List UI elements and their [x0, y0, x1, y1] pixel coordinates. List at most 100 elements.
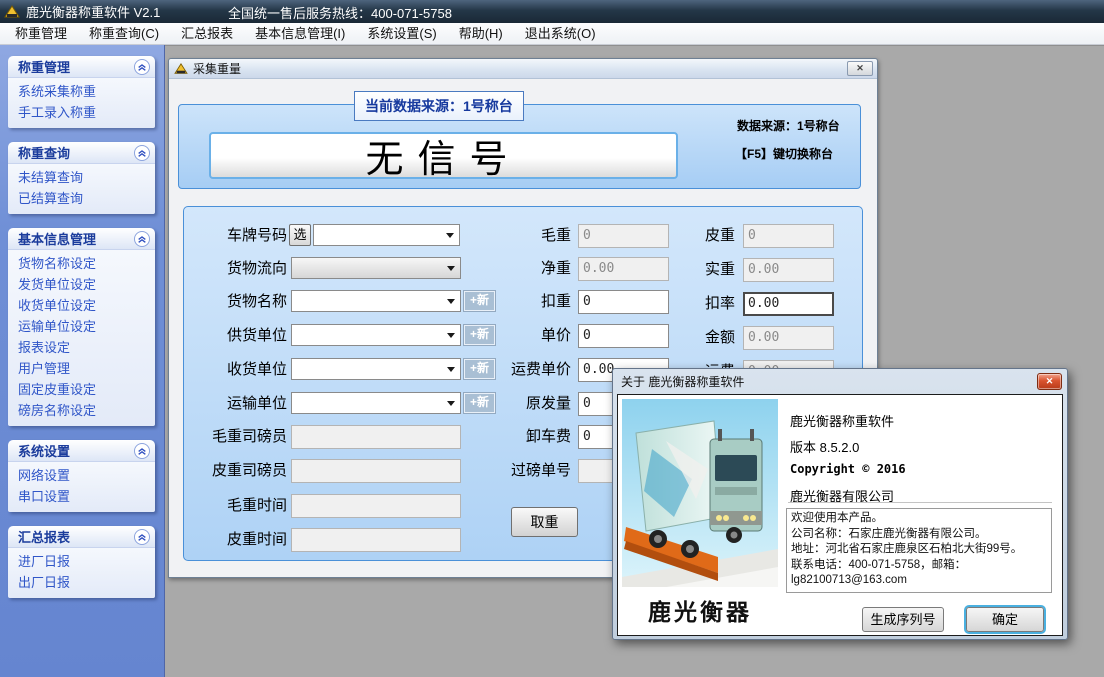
deduct-weight-label: 扣重 — [471, 290, 571, 314]
gross-time-field — [291, 494, 461, 518]
freight-unit-price-label: 运费单价 — [471, 358, 571, 382]
about-dialog-titlebar[interactable]: 关于 鹿光衡器称重软件 ✕ — [613, 369, 1067, 393]
menu-system-settings[interactable]: 系统设置(S) — [356, 23, 447, 44]
about-product-name: 鹿光衡器称重软件 — [790, 411, 894, 430]
chevron-down-icon — [447, 333, 455, 342]
menu-bar: 称重管理 称重查询(C) 汇总报表 基本信息管理(I) 系统设置(S) 帮助(H… — [0, 23, 1104, 45]
dialog-close-icon[interactable]: ✕ — [1037, 373, 1062, 390]
sidebar-panel-summary-reports: 汇总报表 进厂日报 出厂日报 — [8, 526, 155, 598]
app-logo-icon — [4, 5, 20, 19]
chevron-down-icon — [447, 401, 455, 410]
collapse-chevron-icon[interactable] — [134, 145, 150, 161]
transporter-combobox[interactable] — [291, 392, 461, 414]
sidebar-panel-query: 称重查询 未结算查询 已结算查询 — [8, 142, 155, 214]
receiver-label: 收货单位 — [184, 358, 287, 382]
sidebar-items: 系统采集称重 手工录入称重 — [8, 78, 155, 128]
plate-pick-button[interactable]: 选 — [289, 224, 311, 246]
sidebar-item-unsettled-query[interactable]: 未结算查询 — [8, 167, 155, 188]
sidebar-item-settled-query[interactable]: 已结算查询 — [8, 188, 155, 209]
sidebar-panel-weighing: 称重管理 系统采集称重 手工录入称重 — [8, 56, 155, 128]
sidebar-panel-basic-info: 基本信息管理 货物名称设定 发货单位设定 收货单位设定 运输单位设定 报表设定 … — [8, 228, 155, 426]
sidebar-item-scale-house-name-setting[interactable]: 磅房名称设定 — [8, 400, 155, 421]
gross-time-label: 毛重时间 — [184, 494, 287, 518]
transporter-label: 运输单位 — [184, 392, 287, 416]
window-logo-icon — [174, 63, 188, 75]
plate-number-combobox[interactable] — [313, 224, 460, 246]
sidebar-item-report-setting[interactable]: 报表设定 — [8, 337, 155, 358]
chevron-down-icon — [447, 367, 455, 376]
sidebar-item-serial-port-settings[interactable]: 串口设置 — [8, 486, 155, 507]
gross-operator-field — [291, 425, 461, 449]
sidebar-item-outbound-daily-report[interactable]: 出厂日报 — [8, 572, 155, 593]
menu-exit[interactable]: 退出系统(O) — [514, 23, 607, 44]
sidebar: 称重管理 系统采集称重 手工录入称重 称重查询 未结算查询 已结算查询 基本信息… — [0, 45, 165, 677]
sidebar-item-shipper-setting[interactable]: 发货单位设定 — [8, 274, 155, 295]
sidebar-header-label: 称重查询 — [18, 143, 70, 162]
plate-number-label: 车牌号码 — [184, 224, 287, 248]
sidebar-items: 进厂日报 出厂日报 — [8, 548, 155, 598]
collapse-chevron-icon[interactable] — [134, 231, 150, 247]
window-close-icon[interactable]: ✕ — [847, 61, 873, 76]
menu-weighing-management[interactable]: 称重管理 — [4, 23, 78, 44]
sidebar-header-basic-info[interactable]: 基本信息管理 — [8, 228, 155, 250]
menu-summary-reports[interactable]: 汇总报表 — [170, 23, 244, 44]
sidebar-header-label: 称重管理 — [18, 57, 70, 76]
sidebar-item-manual-entry-weighing[interactable]: 手工录入称重 — [8, 102, 155, 123]
cargo-flow-label: 货物流向 — [184, 257, 287, 281]
sidebar-item-transporter-setting[interactable]: 运输单位设定 — [8, 316, 155, 337]
cargo-name-combobox[interactable] — [291, 290, 461, 312]
sidebar-item-receiver-setting[interactable]: 收货单位设定 — [8, 295, 155, 316]
menu-basic-info-management[interactable]: 基本信息管理(I) — [244, 23, 356, 44]
menu-help[interactable]: 帮助(H) — [448, 23, 514, 44]
gross-weight-label: 毛重 — [471, 224, 571, 248]
about-version: 版本 8.5.2.0 — [790, 437, 859, 456]
sidebar-item-network-settings[interactable]: 网络设置 — [8, 465, 155, 486]
cargo-flow-combobox[interactable] — [291, 257, 461, 279]
gross-operator-label: 毛重司磅员 — [184, 425, 287, 449]
about-dialog-title: 关于 鹿光衡器称重软件 — [621, 373, 744, 390]
sidebar-item-cargo-name-setting[interactable]: 货物名称设定 — [8, 253, 155, 274]
sidebar-item-inbound-daily-report[interactable]: 进厂日报 — [8, 551, 155, 572]
sidebar-header-query[interactable]: 称重查询 — [8, 142, 155, 164]
tare-weight-label: 皮重 — [646, 224, 735, 248]
supplier-label: 供货单位 — [184, 324, 287, 348]
amount-field: 0.00 — [743, 326, 834, 350]
sidebar-items: 网络设置 串口设置 — [8, 462, 155, 512]
sidebar-panel-system-settings: 系统设置 网络设置 串口设置 — [8, 440, 155, 512]
weigh-ticket-no-label: 过磅单号 — [471, 459, 571, 483]
sidebar-header-weighing[interactable]: 称重管理 — [8, 56, 155, 78]
capture-window-titlebar[interactable]: 采集重量 ✕ — [169, 59, 877, 79]
hotline-text: 全国统一售后服务热线：400-071-5758 — [228, 3, 452, 22]
sidebar-item-fixed-tare-setting[interactable]: 固定皮重设定 — [8, 379, 155, 400]
menu-weighing-query[interactable]: 称重查询(C) — [78, 23, 170, 44]
supplier-combobox[interactable] — [291, 324, 461, 346]
deduct-rate-field[interactable]: 0.00 — [743, 292, 834, 316]
deduct-rate-label: 扣率 — [646, 292, 735, 316]
unit-price-label: 单价 — [471, 324, 571, 348]
sidebar-item-user-management[interactable]: 用户管理 — [8, 358, 155, 379]
collapse-chevron-icon[interactable] — [134, 529, 150, 545]
receiver-combobox[interactable] — [291, 358, 461, 380]
tare-time-label: 皮重时间 — [184, 528, 287, 552]
source-label: 数据来源：1号称台 — [737, 117, 840, 134]
original-qty-label: 原发量 — [471, 392, 571, 416]
sidebar-header-summary-reports[interactable]: 汇总报表 — [8, 526, 155, 548]
app-title: 鹿光衡器称重软件 V2.1 — [26, 2, 160, 21]
sidebar-header-system-settings[interactable]: 系统设置 — [8, 440, 155, 462]
about-dialog-client: 鹿光衡器 鹿光衡器称重软件 版本 8.5.2.0 Copyright © 201… — [617, 394, 1063, 636]
generate-serial-button[interactable]: 生成序列号 — [862, 607, 944, 632]
collapse-chevron-icon[interactable] — [134, 59, 150, 75]
sidebar-header-label: 基本信息管理 — [18, 229, 96, 248]
net-weight-label: 净重 — [471, 257, 571, 281]
ok-button[interactable]: 确定 — [966, 607, 1044, 632]
no-signal-display: 无信号 — [209, 132, 678, 179]
chevron-down-icon — [447, 299, 455, 308]
app-titlebar: 鹿光衡器称重软件 V2.1 全国统一售后服务热线：400-071-5758 — [0, 0, 1104, 23]
chevron-down-icon — [447, 266, 455, 275]
collapse-chevron-icon[interactable] — [134, 443, 150, 459]
amount-label: 金额 — [646, 326, 735, 350]
sidebar-item-system-capture-weighing[interactable]: 系统采集称重 — [8, 81, 155, 102]
f5-switch-hint: 【F5】键切换称台 — [735, 145, 833, 162]
unload-fee-label: 卸车费 — [471, 425, 571, 449]
take-weight-button[interactable]: 取重 — [511, 507, 578, 537]
